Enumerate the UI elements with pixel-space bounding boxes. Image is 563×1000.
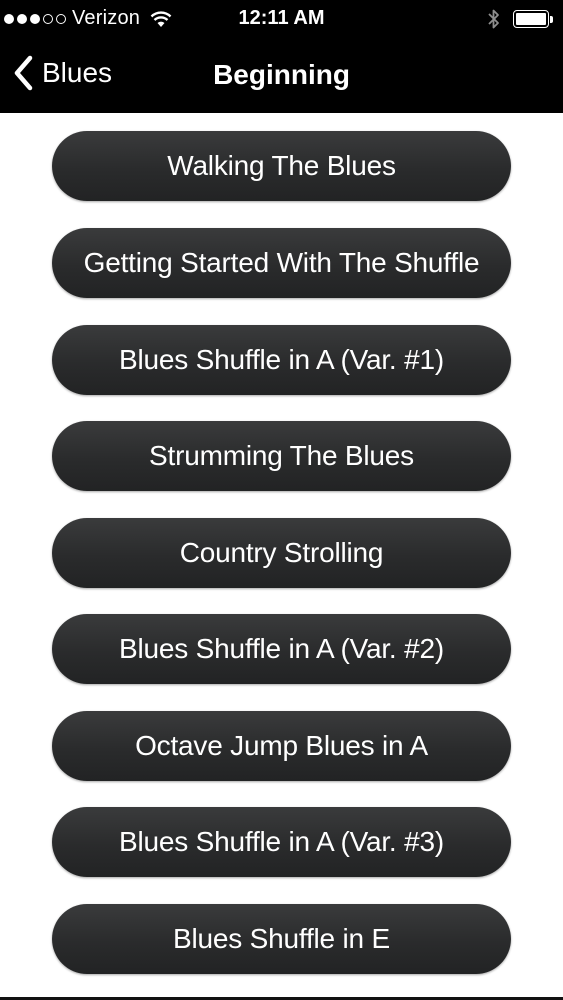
lesson-button[interactable]: Strumming The Blues (52, 421, 511, 491)
status-time: 12:11 AM (238, 7, 325, 29)
lesson-button[interactable]: Blues Shuffle in A (Var. #2) (52, 614, 511, 684)
status-right (487, 8, 555, 30)
lesson-button[interactable]: Getting Started With The Shuffle (52, 228, 511, 298)
top-bar: Verizon 12:11 AM Blues Beginning (0, 0, 563, 113)
navigation-bar: Blues Beginning (0, 40, 563, 113)
lesson-button[interactable]: Blues Shuffle in A (Var. #1) (52, 325, 511, 395)
lesson-button[interactable]: Blues Shuffle in A (Var. #3) (52, 807, 511, 877)
lesson-button[interactable]: Country Strolling (52, 518, 511, 588)
lesson-list: Walking The Blues Getting Started With T… (0, 113, 563, 1000)
lesson-button[interactable]: Octave Jump Blues in A (52, 711, 511, 781)
battery-icon (513, 9, 555, 29)
page-title: Beginning (213, 59, 350, 90)
app-screen: Verizon 12:11 AM Blues Beginning Walking… (0, 0, 563, 1000)
bluetooth-icon (488, 9, 499, 29)
lesson-button[interactable]: Blues Shuffle in E (52, 904, 511, 974)
status-bar: Verizon 12:11 AM (0, 0, 563, 40)
battery-level-fill (516, 13, 546, 25)
lesson-button[interactable]: Walking The Blues (52, 131, 511, 201)
